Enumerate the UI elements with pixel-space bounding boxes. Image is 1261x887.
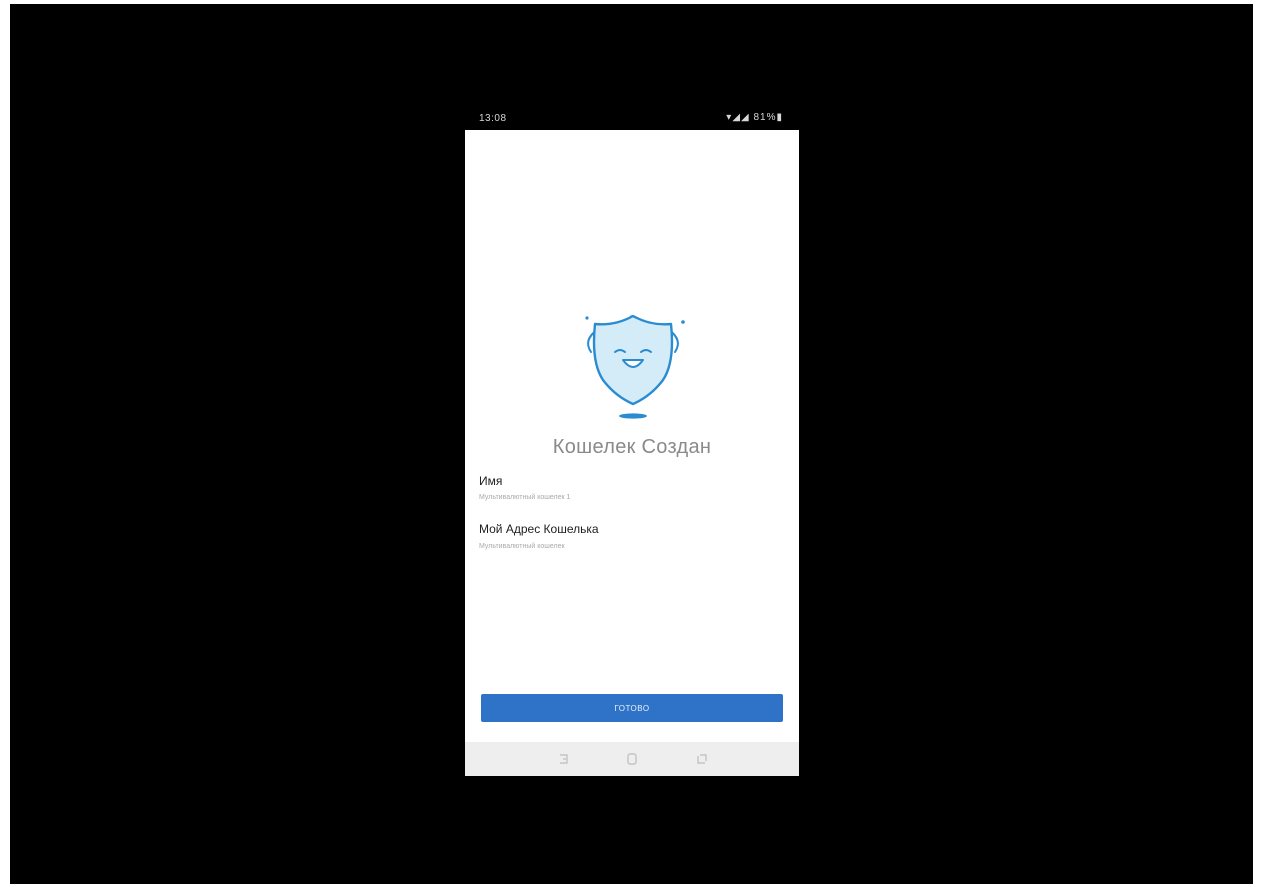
status-bar: 13:08 ▾◢◢ 81%▮ (465, 108, 799, 130)
done-button[interactable]: ГОТОВО (481, 694, 783, 722)
page-title: Кошелек Создан (552, 436, 712, 458)
name-label: Имя (479, 474, 503, 488)
wallet-created-screen: Кошелек Создан Имя Мультивалютный кошеле… (465, 130, 799, 742)
home-nav-icon[interactable] (625, 752, 639, 766)
status-icons: ▾◢◢ 81%▮ (726, 112, 783, 123)
name-value[interactable]: Мультивалютный кошелек 1 (479, 494, 570, 501)
recent-apps-icon[interactable] (695, 752, 709, 766)
navigation-bar (465, 742, 799, 776)
smiling-shield-icon (585, 314, 685, 419)
phone-screen: 13:08 ▾◢◢ 81%▮ Кошелек Создан Имя Мульти… (465, 108, 799, 776)
wallet-address-label: Мой Адрес Кошелька (479, 522, 599, 536)
status-time: 13:08 (479, 113, 507, 124)
wallet-address-value[interactable]: Мультивалютный кошелек (479, 543, 565, 550)
back-nav-icon[interactable] (557, 752, 571, 766)
